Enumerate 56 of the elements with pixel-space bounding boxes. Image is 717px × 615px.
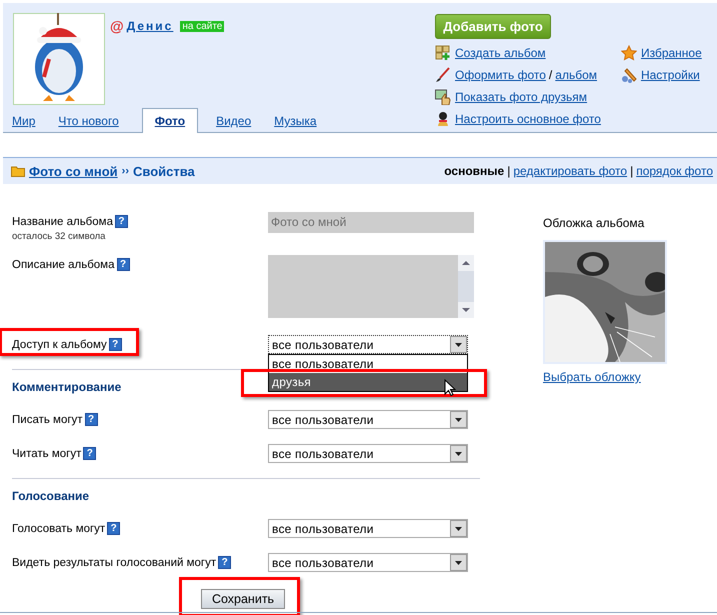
link-divider: | [630, 164, 634, 178]
section-heading: Комментирование [12, 380, 122, 394]
album-add-icon [435, 45, 451, 61]
person-icon [435, 111, 451, 127]
view-link[interactable]: основные [444, 164, 504, 178]
help-icon[interactable]: ? [108, 338, 122, 351]
breadcrumb-link[interactable]: Фото со мной [29, 164, 118, 178]
slash-separator: / [548, 68, 552, 82]
char-count-hint: осталось 32 символа [12, 231, 106, 242]
action-link[interactable]: Создать альбом [455, 46, 546, 60]
field-label: Видеть результаты голосований могут [12, 556, 216, 568]
dropdown[interactable]: все пользователи [268, 410, 468, 429]
nav-tab[interactable]: Что нового [58, 109, 129, 132]
link-divider: | [507, 164, 510, 178]
dropdown-option[interactable]: все пользователи [269, 355, 467, 373]
folder-icon [11, 165, 25, 177]
online-badge: на сайте [180, 20, 224, 32]
field-label: Читать могут [12, 448, 82, 460]
help-icon[interactable]: ? [218, 556, 232, 569]
dropdown[interactable]: все пользователи [268, 553, 468, 572]
dropdown[interactable]: все пользователи [268, 335, 468, 354]
field-label: Доступ к альбому [12, 338, 107, 350]
help-icon[interactable]: ? [84, 413, 98, 426]
nav-tab[interactable]: Видео [216, 109, 262, 132]
wrench-gears-icon [620, 67, 637, 83]
dropdown[interactable]: все пользователи [268, 444, 468, 463]
view-link[interactable]: порядок фото [636, 164, 713, 178]
mail-at-icon: @ [110, 18, 124, 34]
breadcrumb-current: Свойства [132, 164, 195, 178]
choose-cover-link[interactable]: Выбрать обложку [543, 370, 641, 384]
action-link[interactable]: Показать фото друзьям [455, 90, 588, 104]
side-link[interactable]: Настройки [640, 68, 700, 82]
nav-tab[interactable]: Музыка [274, 109, 327, 132]
cover-title: Обложка альбома [543, 216, 646, 230]
user-name-link[interactable]: Денис [126, 19, 174, 33]
field-label: Название альбома [12, 216, 113, 228]
help-icon[interactable]: ? [83, 447, 96, 460]
action-link[interactable]: Настроить основное фото [455, 112, 601, 126]
breadcrumb-separator: ›› [122, 165, 129, 177]
view-link[interactable]: редактировать фото [513, 164, 628, 178]
thumbs-up-picture-icon [435, 89, 451, 105]
help-icon[interactable]: ? [107, 522, 120, 535]
star-icon [620, 45, 637, 61]
dropdown-option[interactable]: друзья [269, 373, 467, 391]
save-button[interactable]: Сохранить [201, 589, 285, 609]
action-link[interactable]: Оформить фото [455, 68, 546, 82]
section-heading: Голосование [12, 489, 90, 503]
field-label: Описание альбома [12, 258, 114, 270]
dropdown[interactable]: все пользователи [268, 519, 468, 538]
brush-icon [435, 67, 451, 83]
nav-tab[interactable]: Мир [12, 109, 46, 132]
side-link[interactable]: Избранное [640, 46, 702, 60]
field-label: Писать могут [12, 414, 83, 426]
action-link[interactable]: альбом [555, 68, 597, 82]
nav-tab[interactable]: Фото [142, 108, 198, 133]
field-label: Голосовать могут [12, 522, 106, 534]
